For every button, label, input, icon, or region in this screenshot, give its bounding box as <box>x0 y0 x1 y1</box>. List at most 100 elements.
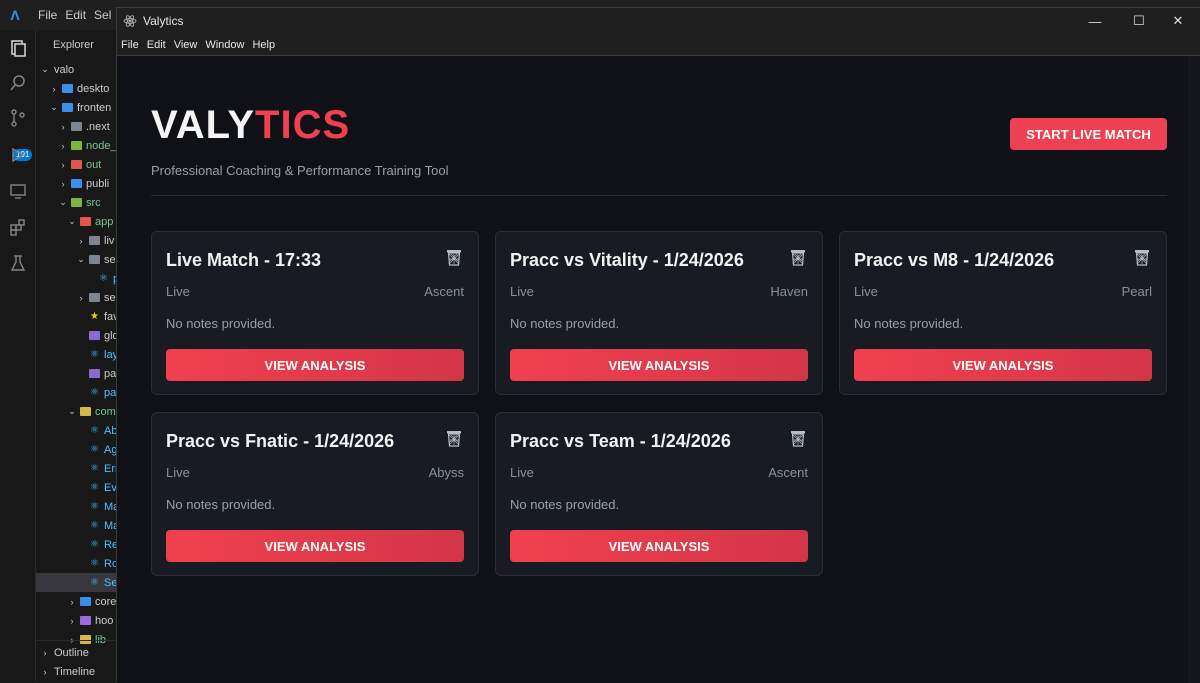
delete-trash-icon[interactable] <box>446 429 462 447</box>
explorer-icon[interactable] <box>8 38 28 58</box>
view-analysis-button[interactable]: VIEW ANALYSIS <box>854 349 1152 381</box>
logo-part-2: TICS <box>255 103 351 147</box>
tree-item[interactable]: ⌄ src <box>36 193 116 212</box>
tree-item-label: se <box>104 291 116 304</box>
minimize-button[interactable]: — <box>1072 8 1118 34</box>
view-analysis-button[interactable]: VIEW ANALYSIS <box>510 349 808 381</box>
chevron-down-icon: ⌄ <box>41 64 49 74</box>
tree-item[interactable]: › se <box>36 288 116 307</box>
react-file-icon: ⚛ <box>90 387 99 398</box>
scrollbar[interactable] <box>1188 56 1200 683</box>
tree-item-label: pa <box>104 386 116 399</box>
tree-item[interactable]: ⚛ lay <box>36 345 116 364</box>
delete-trash-icon[interactable] <box>790 248 806 266</box>
match-title: Pracc vs M8 - 1/24/2026 <box>854 250 1055 270</box>
tree-item[interactable]: › out <box>36 155 116 174</box>
chevron-right-icon: › <box>70 596 74 607</box>
ide-menu-file[interactable]: File <box>38 8 57 22</box>
react-file-icon: ⚛ <box>90 520 99 531</box>
match-title: Pracc vs Team - 1/24/2026 <box>510 431 731 451</box>
tree-item[interactable]: ⚛ Ev <box>36 478 116 497</box>
match-map: Haven <box>770 284 808 299</box>
react-file-icon: ⚛ <box>90 425 99 436</box>
match-notes: No notes provided. <box>166 316 276 331</box>
tree-item[interactable]: › core <box>36 592 117 611</box>
chevron-right-icon: › <box>79 235 83 246</box>
react-file-icon: ⚛ <box>90 558 99 569</box>
tree-item[interactable]: ⚛ Ab <box>36 421 116 440</box>
tree-item-label: .next <box>86 120 110 133</box>
tree-item[interactable]: › liv <box>36 231 116 250</box>
chevron-down-icon: ⌄ <box>77 254 85 264</box>
tree-item[interactable]: ★ fav <box>36 307 116 326</box>
delete-trash-icon[interactable] <box>1134 248 1150 266</box>
tree-item[interactable]: ⌄ app <box>36 212 116 231</box>
folder-icon <box>71 141 82 150</box>
window-titlebar[interactable]: Valytics — ☐ ✕ <box>117 8 1200 34</box>
match-status: Live <box>510 465 534 480</box>
tree-item[interactable]: › publi <box>36 174 116 193</box>
ide-logo-icon: Λ <box>10 7 20 23</box>
timeline-label: Timeline <box>54 665 96 678</box>
outline-section[interactable]: › Outline <box>36 643 116 662</box>
view-analysis-button[interactable]: VIEW ANALYSIS <box>510 530 808 562</box>
window-title: Valytics <box>143 14 184 28</box>
tree-item-label: deskto <box>77 82 110 95</box>
menu-window[interactable]: Window <box>205 39 244 51</box>
tree-item[interactable]: › hoo <box>36 611 116 630</box>
tree-item[interactable]: ⚛ Err <box>36 459 116 478</box>
tree-item[interactable]: ⌄ se <box>36 250 116 269</box>
tree-item[interactable]: ⚛ Ma <box>36 516 116 535</box>
menu-help[interactable]: Help <box>252 39 275 51</box>
folder-icon <box>71 122 82 131</box>
tree-item[interactable]: › deskto <box>36 79 116 98</box>
tree-item[interactable]: ⚛ Ma <box>36 497 116 516</box>
extensions-icon[interactable] <box>8 217 28 237</box>
tree-item-label: Ro <box>104 557 116 570</box>
start-live-match-button[interactable]: START LIVE MATCH <box>1010 118 1167 150</box>
chevron-down-icon: ⌄ <box>68 406 76 416</box>
tree-item-label: se <box>104 253 116 266</box>
app-content: VALYTICS Professional Coaching & Perform… <box>117 56 1200 683</box>
folder-icon <box>80 407 91 416</box>
menu-edit[interactable]: Edit <box>147 39 166 51</box>
chevron-right-icon: › <box>61 178 65 189</box>
testing-flask-icon[interactable] <box>8 253 28 273</box>
run-debug-icon[interactable] <box>8 145 28 165</box>
tree-item[interactable]: ⚛p <box>36 269 116 288</box>
delete-trash-icon[interactable] <box>790 429 806 447</box>
tree-item[interactable]: ⌄ valo <box>36 60 116 79</box>
tree-item[interactable]: ⚛ pa <box>36 383 116 402</box>
chevron-right-icon: › <box>43 666 47 677</box>
match-notes: No notes provided. <box>854 316 964 331</box>
match-map: Ascent <box>768 465 808 480</box>
menu-view[interactable]: View <box>174 39 198 51</box>
source-control-icon[interactable] <box>8 108 28 128</box>
tree-item[interactable]: ⚛ Ag <box>36 440 116 459</box>
tree-item[interactable]: ⚛ Re <box>36 535 116 554</box>
tree-item[interactable]: › .next <box>36 117 116 136</box>
tree-item[interactable]: ⚛ Ro <box>36 554 116 573</box>
tree-item-label: valo <box>54 63 75 76</box>
tree-item[interactable]: pa <box>36 364 116 383</box>
view-analysis-button[interactable]: VIEW ANALYSIS <box>166 349 464 381</box>
delete-trash-icon[interactable] <box>446 248 462 266</box>
ide-menu-edit[interactable]: Edit <box>65 8 86 22</box>
folder-icon <box>89 293 100 302</box>
close-button[interactable]: ✕ <box>1155 8 1200 34</box>
remote-explorer-icon[interactable] <box>8 181 28 201</box>
search-icon[interactable] <box>8 73 28 93</box>
timeline-section[interactable]: › Timeline <box>36 662 116 681</box>
view-analysis-button[interactable]: VIEW ANALYSIS <box>166 530 464 562</box>
tree-item[interactable]: › node_ <box>36 136 117 155</box>
chevron-right-icon: › <box>61 140 65 151</box>
tree-item-label: out <box>86 158 102 171</box>
tree-item[interactable]: ⚛ Se <box>36 573 116 592</box>
ide-menu-selection[interactable]: Sel <box>94 8 111 22</box>
match-card: Pracc vs Vitality - 1/24/2026 Live Haven No… <box>495 231 823 395</box>
tree-item[interactable]: ⌄ fronten <box>36 98 116 117</box>
menu-file[interactable]: File <box>121 39 139 51</box>
tree-item[interactable]: glo <box>36 326 116 345</box>
tree-item[interactable]: ⌄ com <box>36 402 116 421</box>
chevron-right-icon: › <box>61 121 65 132</box>
